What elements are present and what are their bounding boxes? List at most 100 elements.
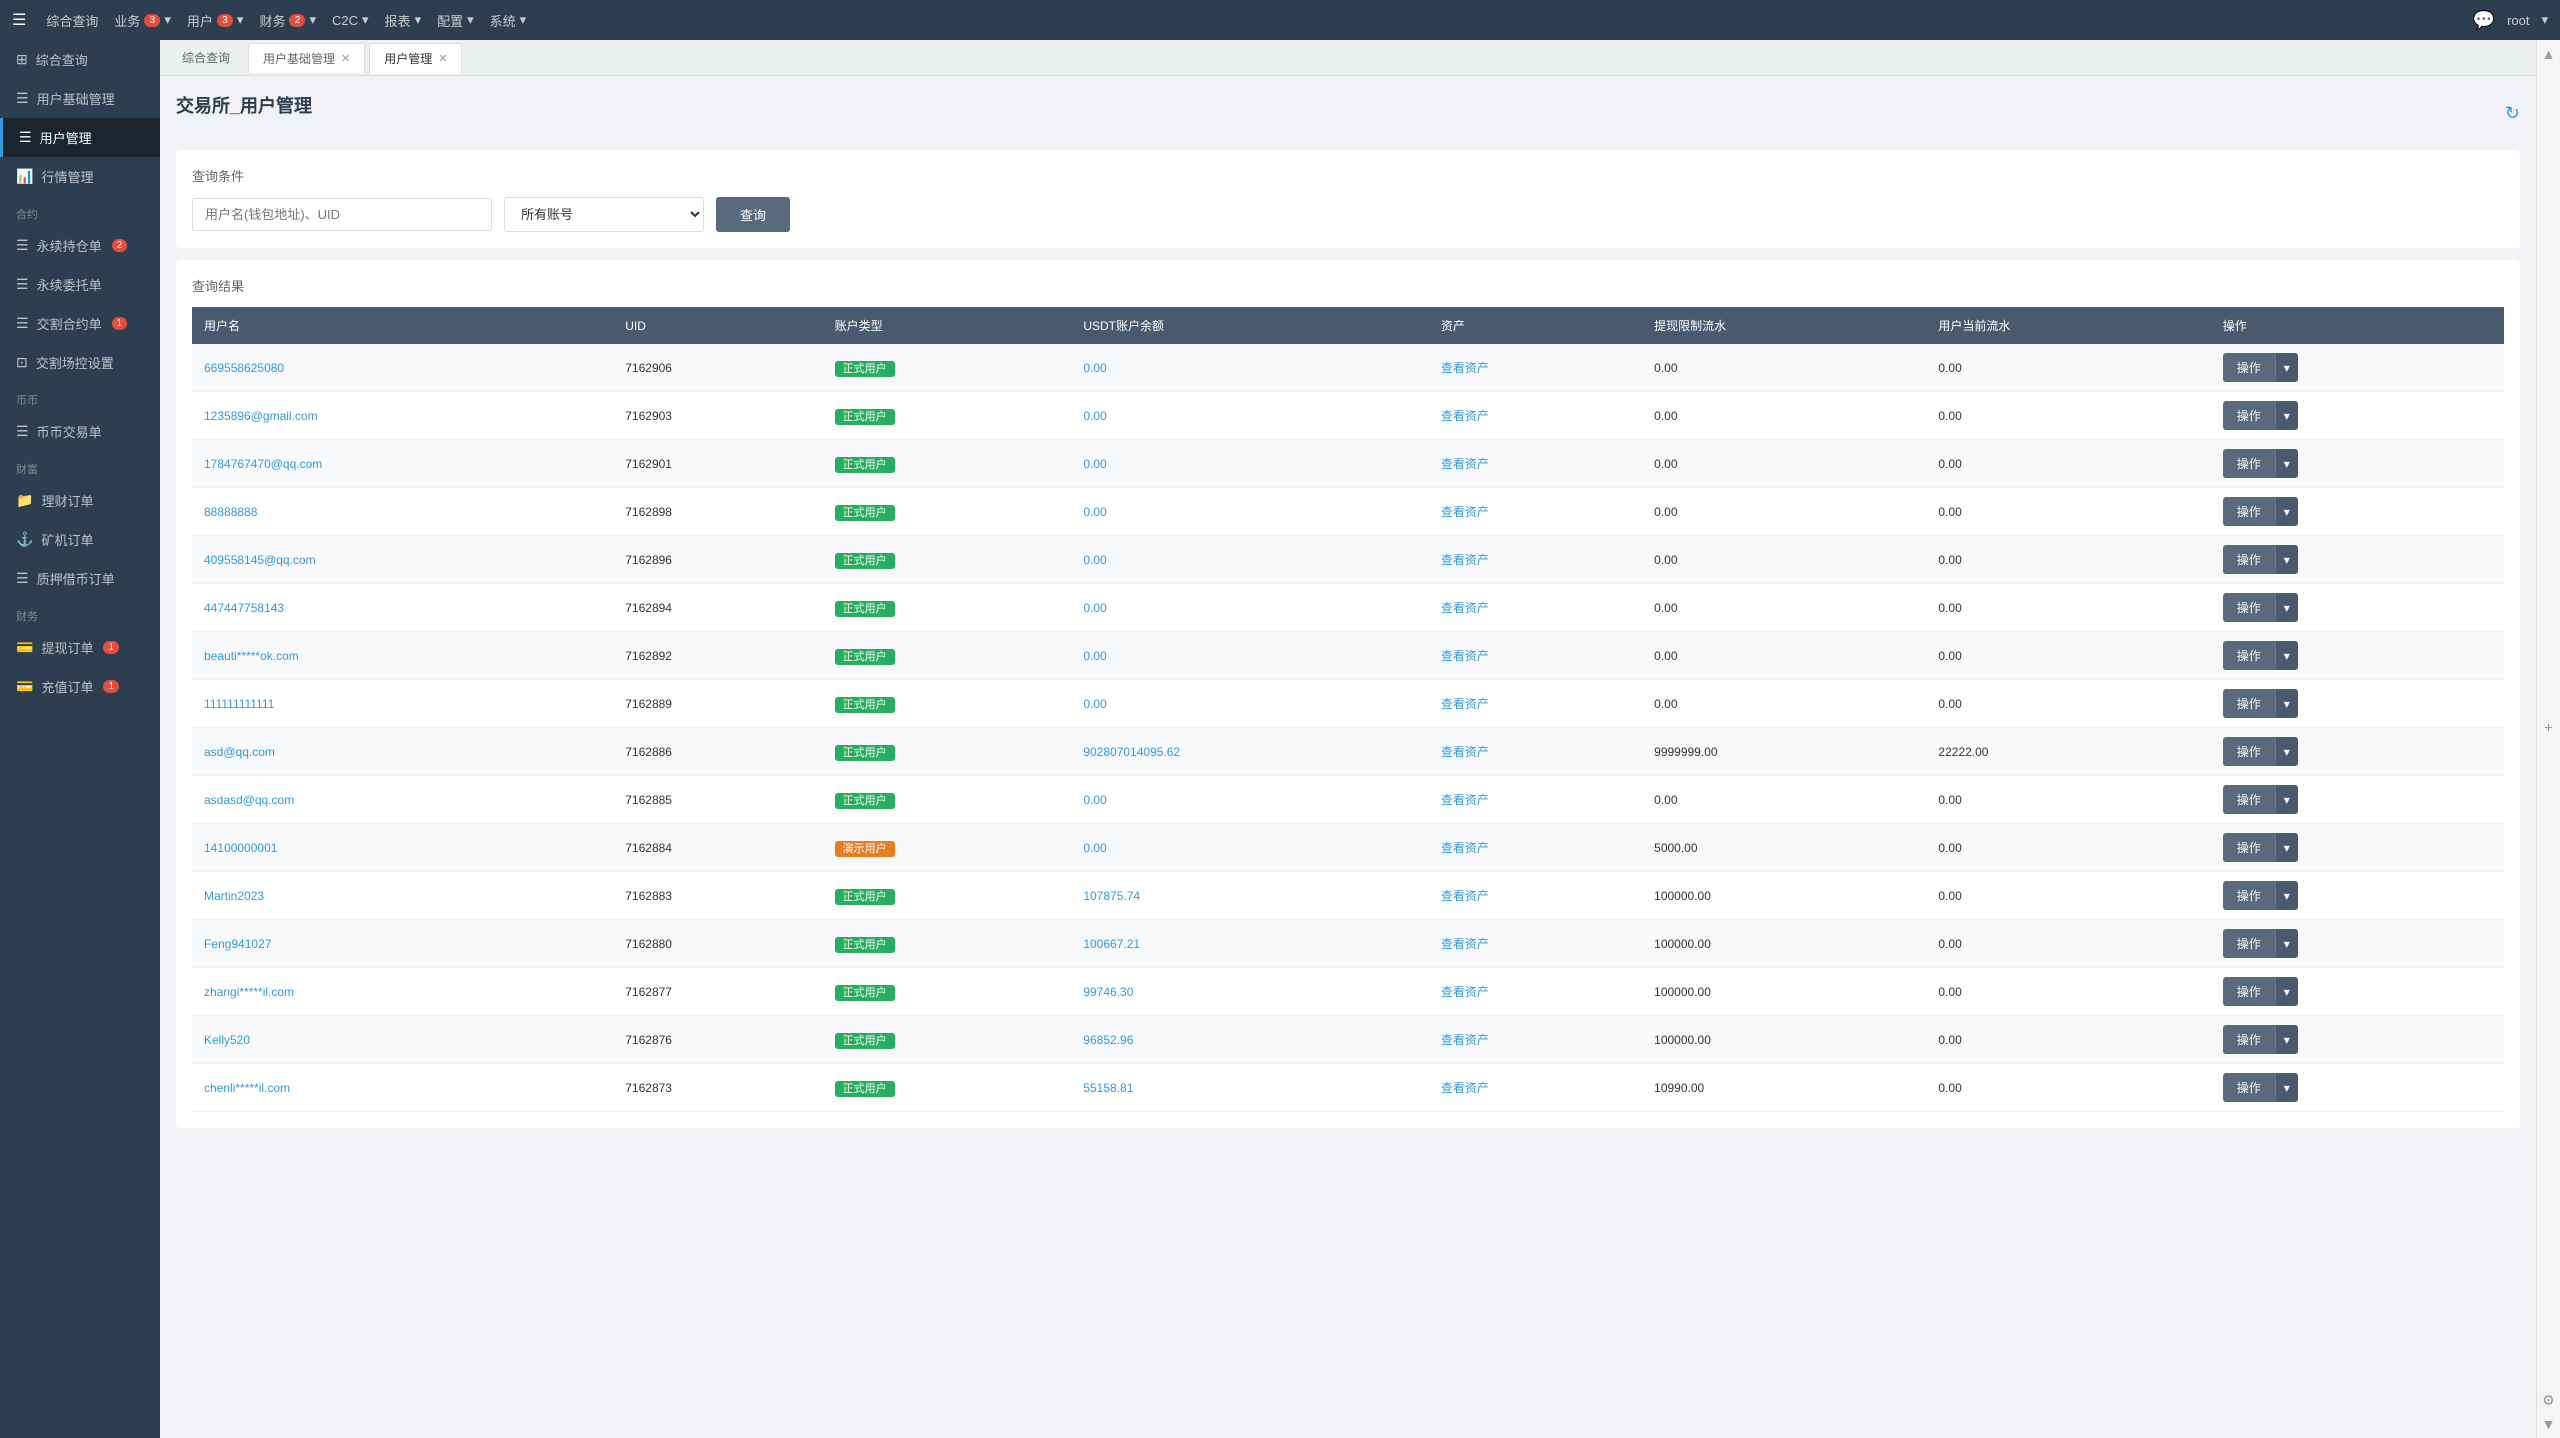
plus-icon[interactable]: +	[2539, 717, 2559, 737]
username-link[interactable]: asd@qq.com	[204, 745, 275, 759]
action-button[interactable]: 操作	[2223, 785, 2275, 814]
gear-icon[interactable]: ⚙	[2539, 1390, 2559, 1410]
action-button[interactable]: 操作	[2223, 641, 2275, 670]
sidebar-item-充值订单[interactable]: 💳 充值订单 1	[0, 667, 160, 706]
action-button[interactable]: 操作	[2223, 689, 2275, 718]
sidebar-item-行情管理[interactable]: 📊 行情管理	[0, 157, 160, 196]
action-dropdown-button[interactable]: ▾	[2275, 977, 2298, 1006]
action-dropdown-button[interactable]: ▾	[2275, 929, 2298, 958]
asset-link[interactable]: 查看资产	[1441, 745, 1489, 759]
username-link[interactable]: asdasd@qq.com	[204, 793, 294, 807]
sidebar-item-质押借币订单[interactable]: ☰ 质押借币订单	[0, 559, 160, 598]
username-link[interactable]: 1784767470@qq.com	[204, 457, 322, 471]
username-link[interactable]: Martin2023	[204, 889, 264, 903]
asset-link[interactable]: 查看资产	[1441, 409, 1489, 423]
tab-close-icon[interactable]: ✕	[438, 52, 447, 65]
asset-link[interactable]: 查看资产	[1441, 601, 1489, 615]
action-dropdown-button[interactable]: ▾	[2275, 785, 2298, 814]
sidebar-item-矿机订单[interactable]: ⚓ 矿机订单	[0, 520, 160, 559]
nav-item-系统[interactable]: 系统 ▾	[490, 11, 527, 30]
asset-link[interactable]: 查看资产	[1441, 985, 1489, 999]
sidebar-item-永续委托单[interactable]: ☰ 永续委托单	[0, 265, 160, 304]
action-dropdown-button[interactable]: ▾	[2275, 1073, 2298, 1102]
username-link[interactable]: 447447758143	[204, 601, 284, 615]
action-button[interactable]: 操作	[2223, 401, 2275, 430]
action-button[interactable]: 操作	[2223, 449, 2275, 478]
action-dropdown-button[interactable]: ▾	[2275, 353, 2298, 382]
username-link[interactable]: 14100000001	[204, 841, 277, 855]
action-dropdown-button[interactable]: ▾	[2275, 641, 2298, 670]
action-dropdown-button[interactable]: ▾	[2275, 881, 2298, 910]
action-dropdown-button[interactable]: ▾	[2275, 1025, 2298, 1054]
action-button[interactable]: 操作	[2223, 497, 2275, 526]
asset-link[interactable]: 查看资产	[1441, 793, 1489, 807]
action-dropdown-button[interactable]: ▾	[2275, 545, 2298, 574]
action-dropdown-button[interactable]: ▾	[2275, 689, 2298, 718]
nav-item-配置[interactable]: 配置 ▾	[437, 11, 474, 30]
username-link[interactable]: beauti*****ok.com	[204, 649, 299, 663]
nav-item-报表[interactable]: 报表 ▾	[385, 11, 422, 30]
menu-icon[interactable]: ☰	[12, 10, 26, 30]
tab-综合查询[interactable]: 综合查询	[168, 43, 244, 72]
asset-link[interactable]: 查看资产	[1441, 841, 1489, 855]
username-link[interactable]: chenli*****il.com	[204, 1081, 290, 1095]
sidebar-item-永续持仓单[interactable]: ☰ 永续持仓单 2	[0, 226, 160, 265]
action-button[interactable]: 操作	[2223, 929, 2275, 958]
username-link[interactable]: 1235896@gmail.com	[204, 409, 318, 423]
scroll-down-icon[interactable]: ▼	[2539, 1414, 2559, 1434]
account-type-select[interactable]: 所有账号 正式用户 演示用户	[504, 197, 704, 232]
action-dropdown-button[interactable]: ▾	[2275, 449, 2298, 478]
asset-link[interactable]: 查看资产	[1441, 937, 1489, 951]
sidebar-item-提现订单[interactable]: 💳 提现订单 1	[0, 628, 160, 667]
scroll-up-icon[interactable]: ▲	[2539, 44, 2559, 64]
sidebar-item-交割合约单[interactable]: ☰ 交割合约单 1	[0, 304, 160, 343]
username-link[interactable]: Kelly520	[204, 1033, 250, 1047]
action-button[interactable]: 操作	[2223, 881, 2275, 910]
nav-item-业务[interactable]: 业务 3 ▾	[114, 11, 171, 30]
action-dropdown-button[interactable]: ▾	[2275, 833, 2298, 862]
action-dropdown-button[interactable]: ▾	[2275, 593, 2298, 622]
asset-link[interactable]: 查看资产	[1441, 649, 1489, 663]
chat-icon[interactable]: 💬	[2473, 10, 2495, 31]
sidebar-item-交割场控设置[interactable]: ⊡ 交割场控设置	[0, 343, 160, 382]
sidebar-item-币币交易单[interactable]: ☰ 币币交易单	[0, 412, 160, 451]
asset-link[interactable]: 查看资产	[1441, 361, 1489, 375]
username-link[interactable]: 111111111111	[204, 697, 274, 711]
asset-link[interactable]: 查看资产	[1441, 697, 1489, 711]
user-info[interactable]: root	[2507, 13, 2529, 28]
username-link[interactable]: zhangi*****il.com	[204, 985, 294, 999]
search-button[interactable]: 查询	[716, 197, 790, 232]
action-dropdown-button[interactable]: ▾	[2275, 737, 2298, 766]
action-button[interactable]: 操作	[2223, 1073, 2275, 1102]
action-button[interactable]: 操作	[2223, 545, 2275, 574]
tab-用户基础管理[interactable]: 用户基础管理 ✕	[248, 43, 365, 73]
asset-link[interactable]: 查看资产	[1441, 889, 1489, 903]
asset-link[interactable]: 查看资产	[1441, 457, 1489, 471]
sidebar-item-用户管理[interactable]: ☰ 用户管理	[0, 118, 160, 157]
tab-用户管理[interactable]: 用户管理 ✕	[369, 43, 462, 74]
refresh-icon[interactable]: ↻	[2505, 103, 2520, 124]
username-link[interactable]: Feng941027	[204, 937, 271, 951]
nav-item-C2C[interactable]: C2C ▾	[332, 12, 369, 28]
asset-link[interactable]: 查看资产	[1441, 505, 1489, 519]
action-button[interactable]: 操作	[2223, 737, 2275, 766]
action-button[interactable]: 操作	[2223, 593, 2275, 622]
nav-item-用户[interactable]: 用户 3 ▾	[187, 11, 244, 30]
search-input[interactable]	[192, 198, 492, 231]
sidebar-item-用户基础管理[interactable]: ☰ 用户基础管理	[0, 79, 160, 118]
nav-item-综合查询[interactable]: 综合查询	[46, 11, 98, 30]
action-button[interactable]: 操作	[2223, 353, 2275, 382]
action-button[interactable]: 操作	[2223, 833, 2275, 862]
asset-link[interactable]: 查看资产	[1441, 1033, 1489, 1047]
asset-link[interactable]: 查看资产	[1441, 553, 1489, 567]
tab-close-icon[interactable]: ✕	[341, 52, 350, 65]
sidebar-item-综合查询[interactable]: ⊞ 综合查询	[0, 40, 160, 79]
action-dropdown-button[interactable]: ▾	[2275, 497, 2298, 526]
asset-link[interactable]: 查看资产	[1441, 1081, 1489, 1095]
username-link[interactable]: 669558625080	[204, 361, 284, 375]
action-dropdown-button[interactable]: ▾	[2275, 401, 2298, 430]
sidebar-item-理财订单[interactable]: 📁 理财订单	[0, 481, 160, 520]
nav-item-财务[interactable]: 财务 2 ▾	[259, 11, 316, 30]
action-button[interactable]: 操作	[2223, 977, 2275, 1006]
username-link[interactable]: 409558145@qq.com	[204, 553, 316, 567]
